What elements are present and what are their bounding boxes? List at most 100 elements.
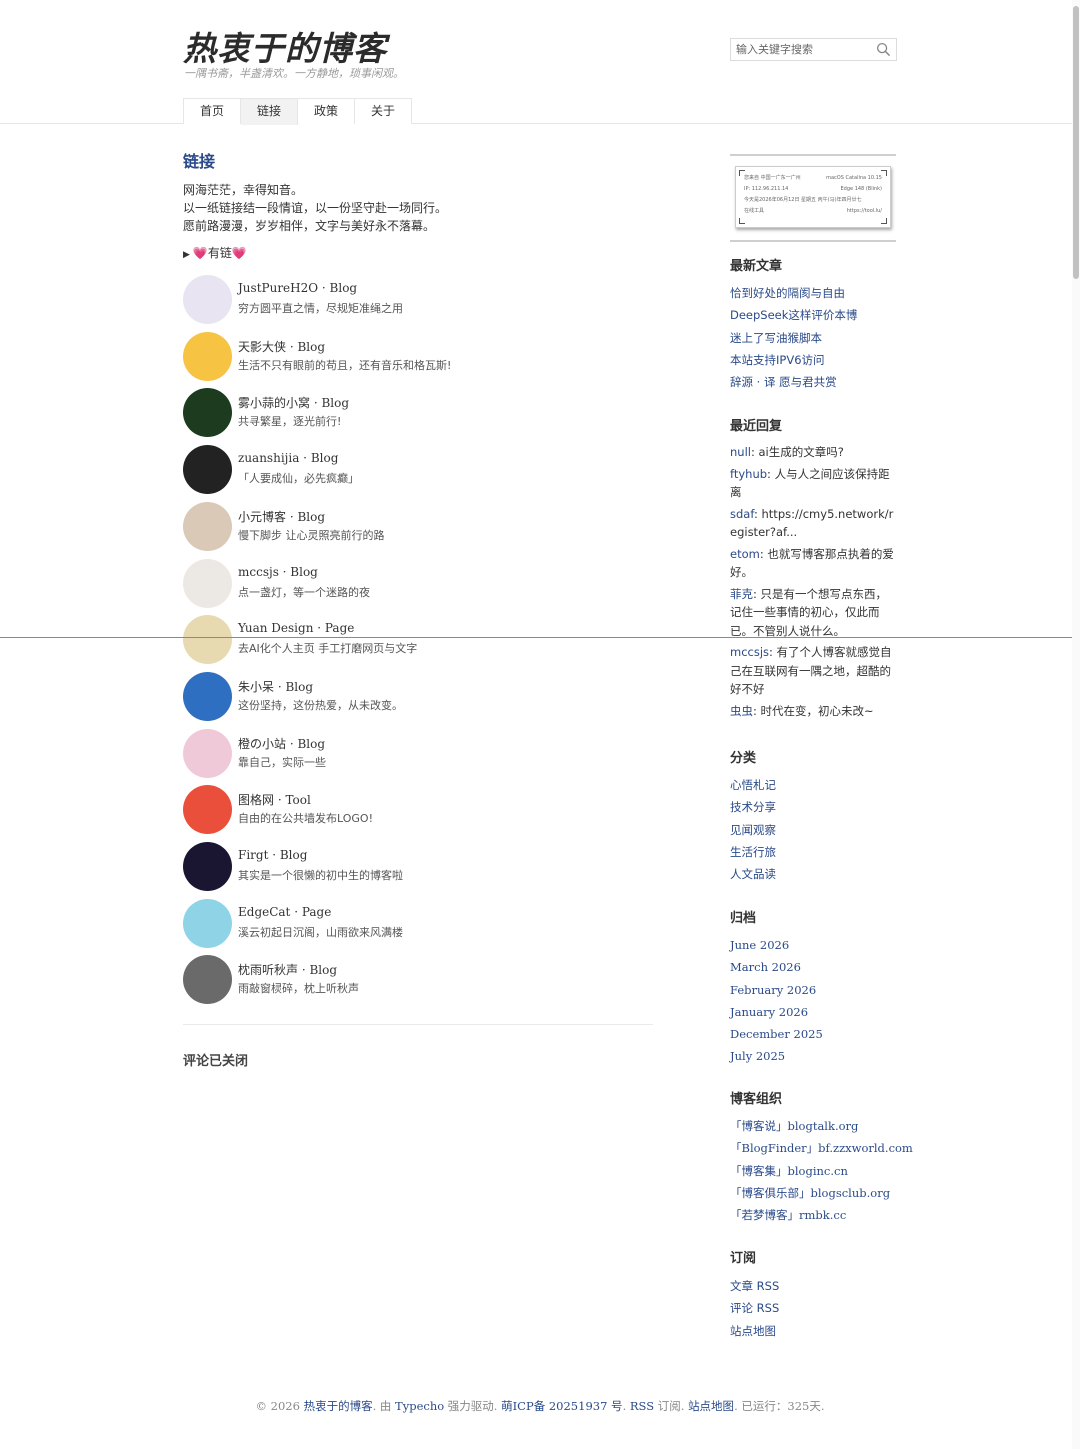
avatar[interactable]: [183, 842, 232, 891]
nav-about[interactable]: 关于: [355, 99, 412, 124]
blog-org-link[interactable]: 「博客俱乐部」blogsclub.org: [730, 1182, 905, 1204]
friend-links-toggle[interactable]: ▶ 💗有链💗: [183, 244, 247, 261]
friend-name[interactable]: 橙の小站 · Blog: [238, 735, 325, 752]
reply-excerpt[interactable]: : 只是有一个想写点东西，记住一些事情的初心，仅此而已。不管别人说什么。: [730, 587, 887, 638]
avatar[interactable]: [183, 558, 232, 608]
intro-line: 愿前路漫漫，岁岁相伴，文字与美好永不落幕。: [183, 219, 436, 233]
scrollbar-thumb[interactable]: [1073, 6, 1079, 279]
subscribe-link[interactable]: 站点地图: [730, 1320, 905, 1342]
friend-link-item[interactable]: 枕雨听秋声 · Blog 雨敲窗棂碎，枕上听秋声: [183, 955, 653, 1007]
friend-name[interactable]: Firgt · Blog: [238, 848, 307, 862]
avatar[interactable]: [183, 275, 232, 324]
reply-author-link[interactable]: etom: [730, 547, 760, 561]
reply-author-link[interactable]: sdaf: [730, 507, 754, 521]
friend-name[interactable]: EdgeCat · Page: [238, 905, 331, 919]
friend-name[interactable]: 朱小呆 · Blog: [238, 678, 313, 695]
reply-excerpt[interactable]: : ai生成的文章吗?: [751, 445, 844, 459]
avatar[interactable]: [183, 728, 232, 778]
reply-excerpt[interactable]: : https://cmy5.network/register?af...: [730, 507, 893, 540]
page-title[interactable]: 链接: [183, 148, 215, 172]
blog-org-link[interactable]: 「BlogFinder」bf.zzxworld.com: [730, 1137, 913, 1159]
avatar[interactable]: [183, 898, 232, 948]
archive-link[interactable]: June 2026: [730, 934, 905, 956]
footer-typecho-link[interactable]: Typecho: [395, 1399, 444, 1413]
friend-link-item[interactable]: 天影大侠 · Blog 生活不只有眼前的苟且，还有音乐和格瓦斯!: [183, 331, 653, 384]
nav-links[interactable]: 链接: [241, 99, 299, 125]
friend-link-item[interactable]: 图格网 · Tool 自由的在公共墙发布LOGO!: [183, 785, 653, 837]
subscribe-link[interactable]: 文章 RSS: [730, 1275, 905, 1297]
recent-post-link[interactable]: 本站支持IPV6访问: [730, 349, 905, 371]
friend-name[interactable]: 天影大侠 · Blog: [238, 338, 325, 355]
footer-rss-link[interactable]: RSS: [630, 1399, 654, 1413]
friend-link-item[interactable]: 朱小呆 · Blog 这份坚持，这份热爱，从未改变。: [183, 671, 653, 724]
nav-home[interactable]: 首页: [184, 99, 242, 124]
friend-link-item[interactable]: 小元博客 · Blog 慢下脚步 让心灵照亮前行的路: [183, 501, 653, 554]
heart-icon: 💗: [192, 246, 208, 260]
friend-name[interactable]: zuanshijia · Blog: [238, 451, 338, 465]
reply-excerpt[interactable]: : 时代在变，初心未改~: [753, 704, 874, 718]
category-link[interactable]: 见闻观察: [730, 819, 905, 841]
nav-policy[interactable]: 政策: [298, 99, 356, 124]
friend-name[interactable]: Yuan Design · Page: [238, 621, 354, 635]
visitor-info-card: 您来自 中国一广东一广州 macOS Catalina 10.15 IP: 112…: [735, 166, 891, 228]
avatar[interactable]: [183, 331, 232, 381]
subscribe-link[interactable]: 评论 RSS: [730, 1297, 905, 1319]
avatar[interactable]: [183, 671, 232, 721]
blog-org-link[interactable]: 「若梦博客」rmbk.cc: [730, 1204, 905, 1226]
search-icon[interactable]: [876, 42, 891, 57]
friend-name[interactable]: 雾小蒜的小窝 · Blog: [238, 394, 349, 411]
friend-name[interactable]: 小元博客 · Blog: [238, 508, 325, 525]
footer-site-link[interactable]: 热衷于的博客: [304, 1399, 373, 1413]
friend-link-item[interactable]: Firgt · Blog 其实是一个很懒的初中生的博客啦: [183, 842, 653, 894]
site-header: 热衷于的博客 一隅书斋，半盏清欢。一方静地，琐事闲观。 首页 链接 政策 关于: [0, 0, 1080, 125]
reply-author-link[interactable]: 虫虫: [730, 704, 753, 718]
visitor-info-widget: 您来自 中国一广东一广州 macOS Catalina 10.15 IP: 112…: [730, 154, 896, 242]
visitor-location: 您来自 中国一广东一广州: [744, 175, 801, 181]
archive-link[interactable]: February 2026: [730, 979, 905, 1001]
category-link[interactable]: 生活行旅: [730, 841, 905, 863]
footer-icp-link[interactable]: 萌ICP备 20251937 号: [501, 1399, 622, 1413]
category-link[interactable]: 技术分享: [730, 796, 905, 818]
avatar[interactable]: [183, 501, 232, 551]
archive-link[interactable]: December 2025: [730, 1023, 905, 1045]
recent-post-link[interactable]: 辞源 · 译 愿与君共赏: [730, 371, 905, 393]
card-corner: [881, 218, 887, 224]
friend-name[interactable]: JustPureH2O · Blog: [238, 281, 357, 295]
archive-link[interactable]: January 2026: [730, 1001, 905, 1023]
site-footer: © 2026 热衷于的博客. 由 Typecho 强力驱动. 萌ICP备 202…: [0, 1398, 1080, 1414]
archive-link[interactable]: March 2026: [730, 956, 905, 978]
friend-name[interactable]: mccsjs · Blog: [238, 565, 318, 579]
friend-link-item[interactable]: zuanshijia · Blog 「人要成仙，必先疯癫」: [183, 445, 653, 497]
avatar[interactable]: [183, 785, 232, 835]
page-scrollbar[interactable]: [1072, 0, 1080, 1449]
avatar[interactable]: [183, 615, 232, 665]
avatar[interactable]: [183, 388, 232, 438]
categories-list: 心悟札记 技术分享 见闻观察 生活行旅 人文品读: [730, 774, 905, 885]
friend-link-item[interactable]: 橙の小站 · Blog 靠自己，实际一些: [183, 728, 653, 781]
category-link[interactable]: 人文品读: [730, 863, 905, 885]
category-link[interactable]: 心悟札记: [730, 774, 905, 796]
site-title[interactable]: 热衷于的博客: [183, 22, 387, 70]
recent-post-link[interactable]: DeepSeek这样评价本博: [730, 304, 905, 326]
reply-author-link[interactable]: 菲克: [730, 587, 753, 601]
friend-link-item[interactable]: mccsjs · Blog 点一盏灯，等一个迷路的夜: [183, 558, 653, 611]
friend-link-item[interactable]: EdgeCat · Page 溪云初起日沉阁，山雨欲来风满楼: [183, 898, 653, 951]
avatar[interactable]: [183, 955, 232, 1005]
friend-link-item[interactable]: JustPureH2O · Blog 穷方圆平直之情，尽规矩准绳之用: [183, 275, 653, 327]
friend-name[interactable]: 枕雨听秋声 · Blog: [238, 961, 337, 978]
friend-name[interactable]: 图格网 · Tool: [238, 791, 311, 808]
avatar[interactable]: [183, 445, 232, 495]
recent-post-link[interactable]: 迷上了写油猴脚本: [730, 327, 905, 349]
search-input[interactable]: [731, 39, 871, 60]
recent-post-link[interactable]: 恰到好处的隔阂与自由: [730, 282, 905, 304]
blog-org-link[interactable]: 「博客集」bloginc.cn: [730, 1160, 905, 1182]
recent-reply-item: 菲克: 只是有一个想写点东西，记住一些事情的初心，仅此而已。不管别人说什么。: [730, 585, 898, 641]
footer-sitemap-link[interactable]: 站点地图: [688, 1399, 734, 1413]
friend-link-item[interactable]: 雾小蒜的小窝 · Blog 共寻繁星，逐光前行!: [183, 388, 653, 440]
archive-link[interactable]: July 2025: [730, 1045, 905, 1067]
blog-org-link[interactable]: 「博客说」blogtalk.org: [730, 1115, 905, 1137]
friend-link-item[interactable]: Yuan Design · Page 去AI化个人主页 手工打磨网页与文字: [183, 615, 653, 667]
reply-author-link[interactable]: mccsjs: [730, 645, 769, 659]
reply-author-link[interactable]: ftyhub: [730, 467, 767, 481]
reply-author-link[interactable]: null: [730, 445, 751, 459]
